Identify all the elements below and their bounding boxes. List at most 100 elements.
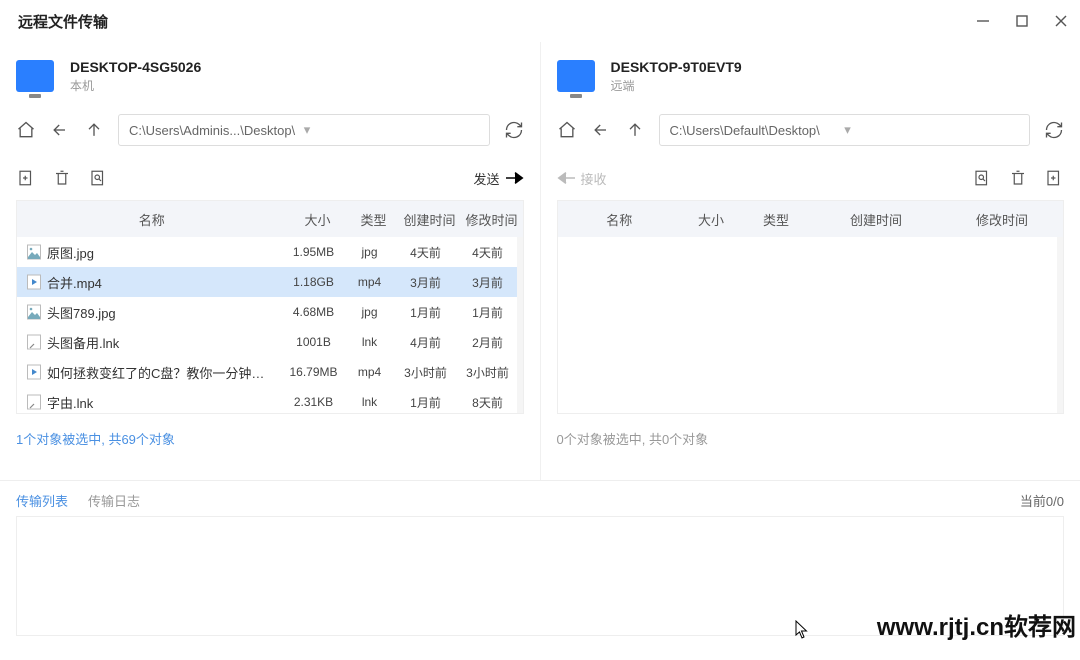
file-mtime: 8天前	[457, 394, 519, 411]
table-row[interactable]: 原图.jpg1.95MBjpg4天前4天前	[17, 237, 523, 267]
remote-host-role: 远端	[611, 77, 742, 94]
table-row[interactable]: 如何拯救变红了的C盘？教你一分钟…16.79MBmp43小时前3小时前	[17, 357, 523, 387]
col-size[interactable]: 大小	[681, 210, 741, 229]
local-host-header: DESKTOP-4SG5026 本机	[16, 42, 524, 110]
monitor-icon	[16, 60, 54, 92]
local-host-role: 本机	[70, 77, 201, 94]
remote-host-header: DESKTOP-9T0EVT9 远端	[557, 42, 1065, 110]
file-type: mp4	[345, 275, 395, 289]
file-icon	[27, 394, 41, 410]
remote-status: 0个对象被选中, 共0个对象	[557, 414, 1065, 452]
back-icon[interactable]	[591, 120, 611, 140]
file-size: 1.18GB	[283, 275, 345, 289]
home-icon[interactable]	[16, 120, 36, 140]
local-path: C:\Users\Adminis...\Desktop\	[129, 123, 304, 138]
file-icon	[27, 274, 41, 290]
file-mtime: 1月前	[457, 304, 519, 321]
file-ctime: 4天前	[395, 244, 457, 261]
col-type[interactable]: 类型	[349, 210, 399, 229]
file-size: 16.79MB	[283, 365, 345, 379]
file-icon	[27, 364, 41, 380]
local-table-header: 名称 大小 类型 创建时间 修改时间	[17, 201, 523, 237]
up-icon[interactable]	[625, 120, 645, 140]
new-file-icon[interactable]	[1044, 168, 1064, 188]
file-ctime: 1月前	[395, 304, 457, 321]
file-size: 1001B	[283, 335, 345, 349]
transfer-area	[16, 516, 1064, 636]
file-size: 1.95MB	[283, 245, 345, 259]
file-size: 4.68MB	[283, 305, 345, 319]
titlebar: 远程文件传输	[0, 0, 1080, 42]
new-file-icon[interactable]	[16, 168, 36, 188]
tab-transfer-list[interactable]: 传输列表	[16, 491, 68, 510]
file-mtime: 4天前	[457, 244, 519, 261]
file-icon	[27, 334, 41, 350]
col-ctime[interactable]: 创建时间	[811, 210, 941, 229]
file-icon	[27, 244, 41, 260]
local-path-box[interactable]: C:\Users\Adminis...\Desktop\ ▾	[118, 114, 490, 146]
file-name: 原图.jpg	[47, 243, 94, 262]
col-name[interactable]: 名称	[17, 210, 287, 229]
table-row[interactable]: 头图备用.lnk 1001Blnk4月前2月前	[17, 327, 523, 357]
minimize-button[interactable]	[976, 14, 990, 28]
col-ctime[interactable]: 创建时间	[399, 210, 461, 229]
file-size: 2.31KB	[283, 395, 345, 409]
remote-pane: DESKTOP-9T0EVT9 远端 C:\Users\Default\Desk…	[540, 42, 1080, 480]
file-name: 如何拯救变红了的C盘？教你一分钟…	[47, 363, 264, 382]
remote-path-box[interactable]: C:\Users\Default\Desktop\ ▾	[659, 114, 1031, 146]
receive-arrow-icon	[557, 171, 575, 185]
col-mtime[interactable]: 修改时间	[461, 210, 523, 229]
col-size[interactable]: 大小	[287, 210, 349, 229]
file-type: lnk	[345, 395, 395, 409]
file-mtime: 2月前	[457, 334, 519, 351]
maximize-button[interactable]	[1016, 15, 1028, 27]
bottom-panel: 传输列表 传输日志 当前0/0	[0, 480, 1080, 658]
remote-path: C:\Users\Default\Desktop\	[670, 123, 845, 138]
file-ctime: 4月前	[395, 334, 457, 351]
table-row[interactable]: 合并.mp41.18GBmp43月前3月前	[17, 267, 523, 297]
remote-table-header: 名称 大小 类型 创建时间 修改时间	[558, 201, 1064, 237]
remote-file-list[interactable]	[558, 237, 1064, 413]
file-type: mp4	[345, 365, 395, 379]
local-file-list[interactable]: 原图.jpg1.95MBjpg4天前4天前合并.mp41.18GBmp43月前3…	[17, 237, 523, 413]
file-icon	[27, 304, 41, 320]
file-name: 合并.mp4	[47, 273, 102, 292]
home-icon[interactable]	[557, 120, 577, 140]
file-ctime: 3月前	[395, 274, 457, 291]
file-name: 头图789.jpg	[47, 303, 116, 322]
search-icon[interactable]	[88, 168, 108, 188]
up-icon[interactable]	[84, 120, 104, 140]
local-file-table: 名称 大小 类型 创建时间 修改时间 原图.jpg1.95MBjpg4天前4天前…	[16, 200, 524, 414]
col-mtime[interactable]: 修改时间	[941, 210, 1063, 229]
file-type: lnk	[345, 335, 395, 349]
tab-transfer-log[interactable]: 传输日志	[88, 491, 140, 510]
refresh-icon[interactable]	[1044, 120, 1064, 140]
chevron-down-icon[interactable]: ▾	[844, 122, 1019, 138]
col-type[interactable]: 类型	[741, 210, 811, 229]
file-ctime: 3小时前	[395, 364, 457, 381]
window-controls	[976, 14, 1068, 28]
col-name[interactable]: 名称	[558, 210, 682, 229]
receive-button[interactable]: 接收	[557, 169, 607, 188]
delete-icon[interactable]	[1008, 168, 1028, 188]
close-button[interactable]	[1054, 14, 1068, 28]
search-icon[interactable]	[972, 168, 992, 188]
remote-host-name: DESKTOP-9T0EVT9	[611, 59, 742, 75]
local-pane: DESKTOP-4SG5026 本机 C:\Users\Adminis...\D…	[0, 42, 540, 480]
transfer-count: 当前0/0	[1020, 491, 1064, 510]
table-row[interactable]: 头图789.jpg4.68MBjpg1月前1月前	[17, 297, 523, 327]
send-arrow-icon	[506, 171, 524, 185]
table-row[interactable]: 字由.lnk2.31KBlnk1月前8天前	[17, 387, 523, 413]
scrollbar-thumb[interactable]	[517, 241, 523, 351]
window-title: 远程文件传输	[18, 11, 108, 32]
chevron-down-icon[interactable]: ▾	[304, 122, 479, 138]
delete-icon[interactable]	[52, 168, 72, 188]
file-ctime: 1月前	[395, 394, 457, 411]
local-host-name: DESKTOP-4SG5026	[70, 59, 201, 75]
back-icon[interactable]	[50, 120, 70, 140]
refresh-icon[interactable]	[504, 120, 524, 140]
remote-file-table: 名称 大小 类型 创建时间 修改时间	[557, 200, 1065, 414]
send-button[interactable]: 发送	[473, 169, 523, 188]
monitor-icon	[557, 60, 595, 92]
file-name: 头图备用.lnk	[47, 333, 119, 352]
